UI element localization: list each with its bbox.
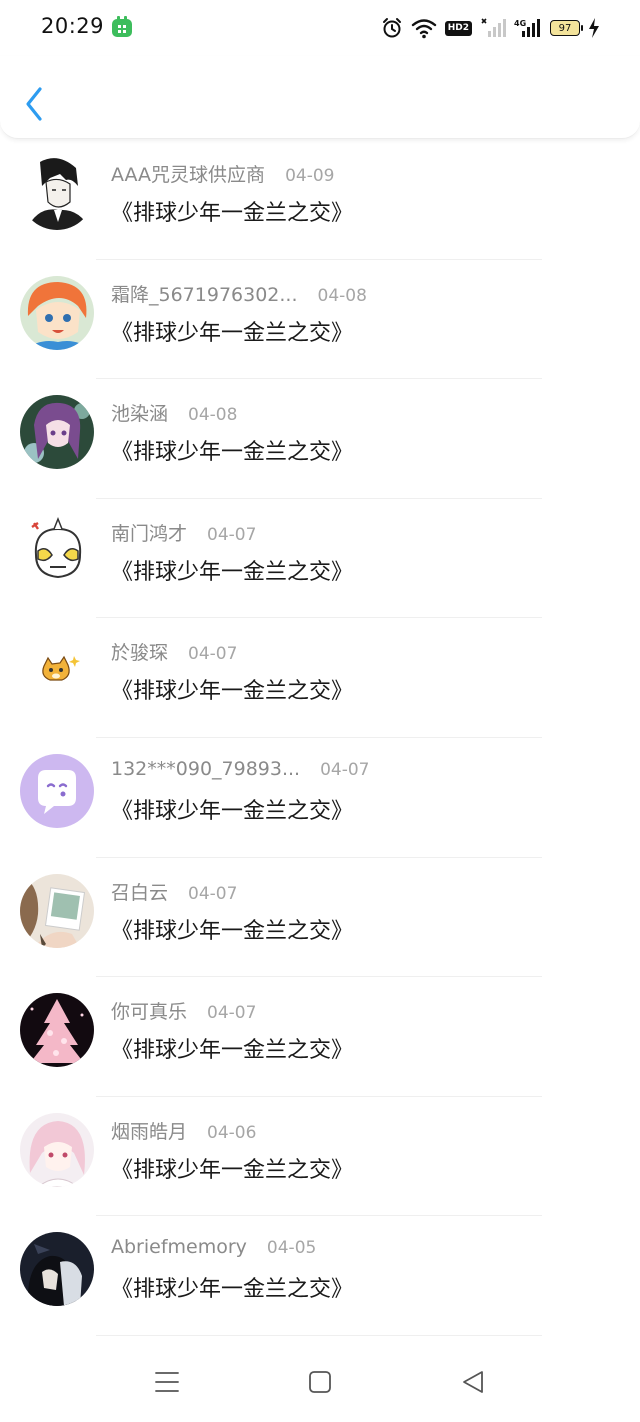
list-item[interactable]: 池染涵 04-08 《排球少年一金兰之交》 [0, 379, 640, 499]
avatar [20, 395, 94, 470]
user-name[interactable]: 霜降_5671976302... [111, 280, 298, 307]
item-meta: 池染涵 04-08 [111, 399, 237, 426]
wifi-icon [411, 17, 437, 39]
avatar [20, 156, 94, 230]
app-notification-icon [111, 16, 133, 38]
home-square-icon [309, 1371, 331, 1393]
user-name[interactable]: AAA咒灵球供应商 [111, 160, 265, 187]
status-bar: 20:29 HD2 4G 97 [0, 0, 640, 56]
item-date: 04-06 [207, 1122, 257, 1143]
list-item[interactable]: Abriefmemory 04-05 《排球少年一金兰之交》 [0, 1216, 640, 1336]
menu-button[interactable] [154, 1369, 180, 1399]
list-item[interactable]: 召白云 04-07 《排球少年一金兰之交》 [0, 858, 640, 978]
list-item[interactable]: 你可真乐 04-07 《排球少年一金兰之交》 [0, 977, 640, 1097]
hd-icon: HD2 [444, 20, 472, 36]
work-title[interactable]: 《排球少年一金兰之交》 [111, 913, 353, 945]
item-meta: 烟雨皓月 04-06 [111, 1117, 256, 1144]
list-item[interactable]: 烟雨皓月 04-06 《排球少年一金兰之交》 [0, 1097, 640, 1217]
user-name[interactable]: Abriefmemory [111, 1236, 247, 1258]
item-meta: 你可真乐 04-07 [111, 997, 256, 1024]
list-item[interactable]: 於骏琛 04-07 《排球少年一金兰之交》 [0, 618, 640, 738]
item-date: 04-07 [207, 1003, 257, 1024]
item-meta: 於骏琛 04-07 [111, 638, 237, 665]
divider [96, 1334, 542, 1336]
avatar [20, 1112, 94, 1187]
avatar [20, 993, 94, 1068]
reader-list: AAA咒灵球供应商 04-09 《排球少年一金兰之交》 霜降_567197630… [0, 140, 640, 1336]
back-triangle-icon [463, 1371, 483, 1393]
item-date: 04-07 [320, 759, 370, 780]
back-nav-button[interactable] [460, 1369, 486, 1399]
signal-icon-2: 4G [514, 17, 542, 39]
work-title[interactable]: 《排球少年一金兰之交》 [111, 1271, 353, 1303]
user-name[interactable]: 於骏琛 [111, 638, 168, 665]
item-date: 04-05 [266, 1238, 317, 1259]
work-title[interactable]: 《排球少年一金兰之交》 [111, 554, 353, 586]
user-name[interactable]: 你可真乐 [111, 997, 187, 1024]
signal-icon-1 [480, 17, 506, 39]
status-time: 20:29 [41, 14, 105, 38]
home-button[interactable] [308, 1369, 332, 1399]
avatar [20, 514, 94, 589]
work-title[interactable]: 《排球少年一金兰之交》 [111, 673, 353, 705]
item-meta: 召白云 04-07 [111, 878, 237, 905]
system-nav-bar [0, 1345, 640, 1422]
item-date: 04-07 [188, 644, 238, 665]
list-item[interactable]: 132***090_79893... 04-07 《排球少年一金兰之交》 [0, 738, 640, 858]
list-item[interactable]: 霜降_5671976302... 04-08 《排球少年一金兰之交》 [0, 260, 640, 380]
avatar [20, 1232, 94, 1307]
item-date: 04-07 [188, 883, 238, 904]
avatar [20, 873, 94, 948]
user-name[interactable]: 召白云 [111, 878, 168, 905]
item-meta: Abriefmemory 04-05 [111, 1236, 316, 1258]
avatar [20, 634, 94, 709]
item-meta: AAA咒灵球供应商 04-09 [111, 160, 334, 187]
status-icons: HD2 4G 97 [381, 14, 600, 42]
item-date: 04-09 [285, 166, 335, 186]
user-name[interactable]: 南门鸿才 [111, 519, 187, 546]
item-date: 04-08 [188, 405, 238, 426]
item-meta: 霜降_5671976302... 04-08 [111, 280, 367, 307]
work-title[interactable]: 《排球少年一金兰之交》 [111, 793, 353, 825]
item-date: 04-07 [207, 524, 257, 545]
back-button[interactable] [18, 84, 52, 124]
avatar [20, 275, 94, 350]
work-title[interactable]: 《排球少年一金兰之交》 [111, 195, 353, 227]
list-item[interactable]: AAA咒灵球供应商 04-09 《排球少年一金兰之交》 [0, 140, 640, 260]
list-item[interactable]: 南门鸿才 04-07 《排球少年一金兰之交》 [0, 499, 640, 619]
work-title[interactable]: 《排球少年一金兰之交》 [111, 434, 353, 466]
menu-icon [155, 1372, 179, 1392]
header [0, 56, 640, 139]
user-name[interactable]: 132***090_79893... [111, 758, 300, 780]
network-type-label: 4G [514, 19, 526, 28]
user-name[interactable]: 池染涵 [111, 399, 168, 426]
alarm-icon [381, 17, 403, 39]
chevron-left-icon [26, 87, 42, 121]
item-meta: 南门鸿才 04-07 [111, 519, 256, 546]
work-title[interactable]: 《排球少年一金兰之交》 [111, 1032, 353, 1064]
charging-icon [588, 17, 600, 39]
battery-level: 97 [558, 22, 572, 34]
item-meta: 132***090_79893... 04-07 [111, 758, 370, 780]
work-title[interactable]: 《排球少年一金兰之交》 [111, 315, 353, 347]
avatar [20, 753, 94, 828]
item-date: 04-08 [317, 285, 367, 306]
work-title[interactable]: 《排球少年一金兰之交》 [111, 1152, 353, 1184]
battery-icon: 97 [550, 20, 583, 36]
user-name[interactable]: 烟雨皓月 [111, 1117, 187, 1144]
